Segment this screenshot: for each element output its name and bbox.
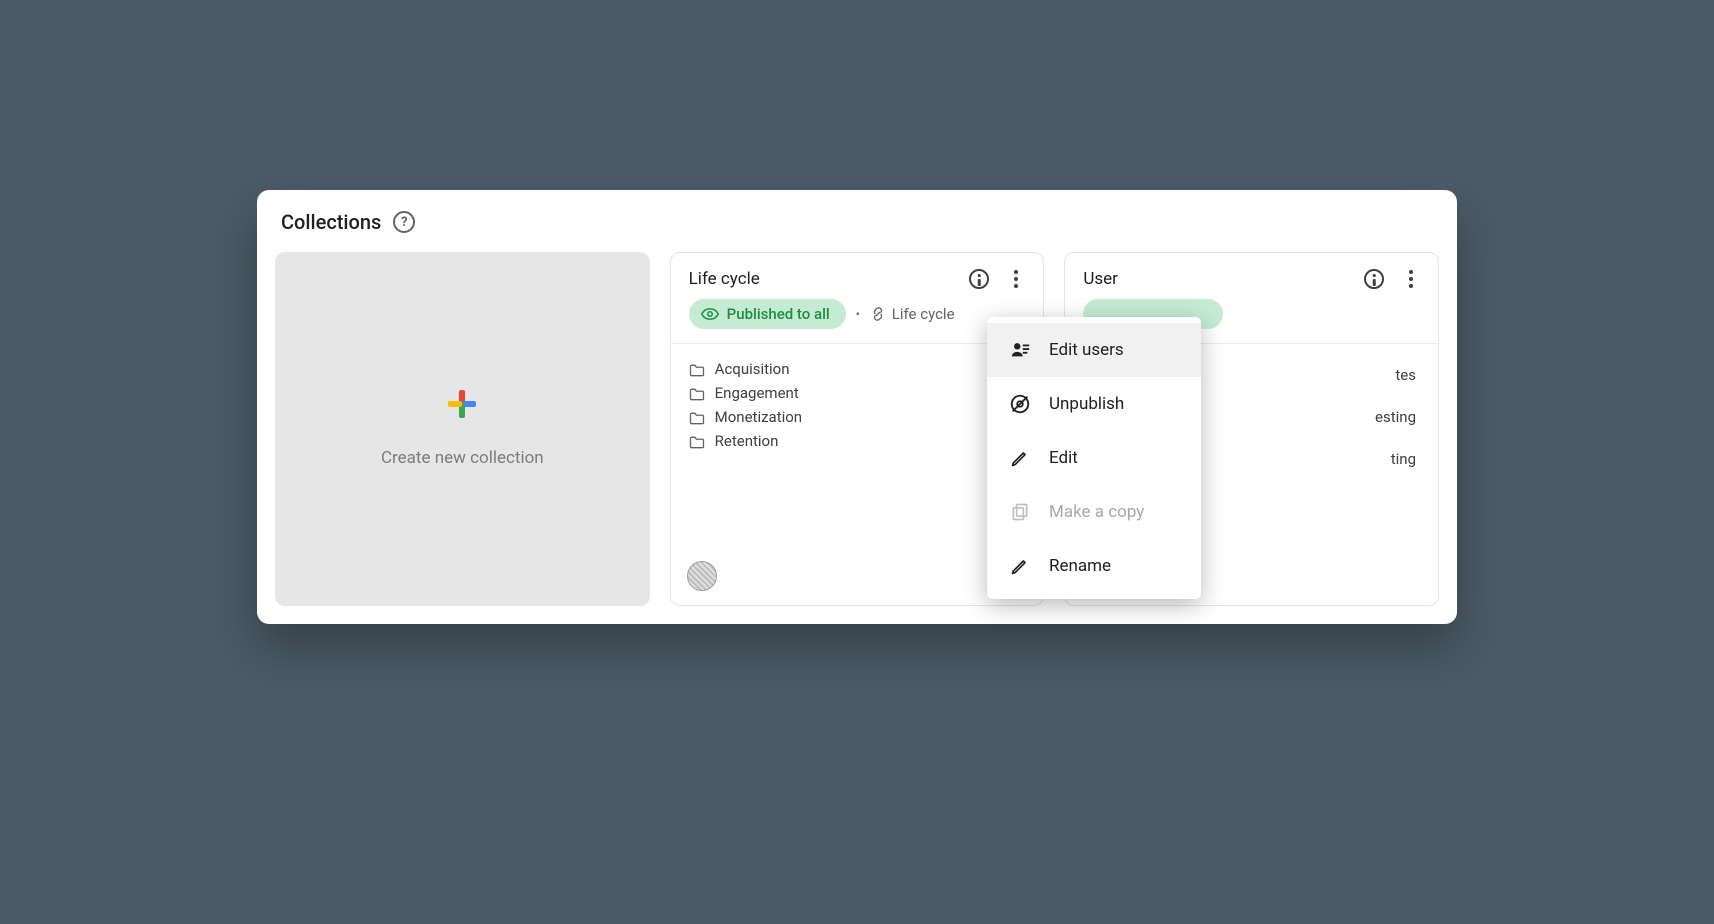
cards-row: Create new collection Life cycle xyxy=(275,252,1439,606)
create-collection-label: Create new collection xyxy=(381,448,544,468)
folder-item[interactable]: Retention xyxy=(689,432,1026,450)
menu-item-edit[interactable]: Edit xyxy=(987,431,1201,485)
folder-icon xyxy=(689,411,705,424)
peek-text: esting xyxy=(1375,408,1416,426)
pencil-icon xyxy=(1009,555,1031,577)
card-title: Life cycle xyxy=(689,269,760,289)
menu-item-rename[interactable]: Rename xyxy=(987,539,1201,593)
menu-item-label: Unpublish xyxy=(1049,394,1124,414)
folder-icon xyxy=(689,387,705,400)
menu-item-label: Edit users xyxy=(1049,340,1124,360)
menu-item-unpublish[interactable]: Unpublish xyxy=(987,377,1201,431)
more-menu-button[interactable] xyxy=(1402,270,1420,288)
folder-list: Acquisition Engagement Monetization Rete… xyxy=(689,360,1026,450)
help-icon[interactable]: ? xyxy=(393,211,415,233)
folder-item[interactable]: Engagement xyxy=(689,384,1026,402)
menu-item-label: Rename xyxy=(1049,556,1111,576)
info-icon[interactable] xyxy=(969,269,989,289)
folder-item[interactable]: Monetization xyxy=(689,408,1026,426)
status-row: Published to all • Life cycle xyxy=(689,299,1026,329)
status-pill[interactable]: Published to all xyxy=(689,299,846,329)
unpublish-icon xyxy=(1009,393,1031,415)
panel-title: Collections xyxy=(281,210,381,234)
info-icon[interactable] xyxy=(1364,269,1384,289)
menu-item-make-copy: Make a copy xyxy=(987,485,1201,539)
peek-text: ting xyxy=(1391,450,1416,468)
edit-users-icon xyxy=(1009,339,1031,361)
linked-meta: Life cycle xyxy=(870,305,955,323)
meta-separator: • xyxy=(856,307,860,321)
pencil-icon xyxy=(1009,447,1031,469)
more-menu-button[interactable] xyxy=(1007,270,1025,288)
menu-item-label: Make a copy xyxy=(1049,502,1144,522)
card-title: User xyxy=(1083,269,1118,289)
peek-text: tes xyxy=(1395,366,1416,384)
folder-item[interactable]: Acquisition xyxy=(689,360,1026,378)
panel-header: Collections ? xyxy=(275,210,1439,234)
link-icon xyxy=(870,306,886,322)
context-menu: Edit users Unpublish Edit Make a copy Re… xyxy=(987,317,1201,599)
menu-item-label: Edit xyxy=(1049,448,1078,468)
avatar[interactable] xyxy=(687,561,717,591)
create-collection-card[interactable]: Create new collection xyxy=(275,252,650,606)
menu-item-edit-users[interactable]: Edit users xyxy=(987,323,1201,377)
folder-icon xyxy=(689,435,705,448)
plus-icon xyxy=(448,390,476,418)
status-label: Published to all xyxy=(727,305,830,323)
collections-panel: Collections ? Create new collection Life… xyxy=(257,190,1457,624)
eye-icon xyxy=(701,308,719,320)
copy-icon xyxy=(1009,501,1031,523)
folder-icon xyxy=(689,363,705,376)
